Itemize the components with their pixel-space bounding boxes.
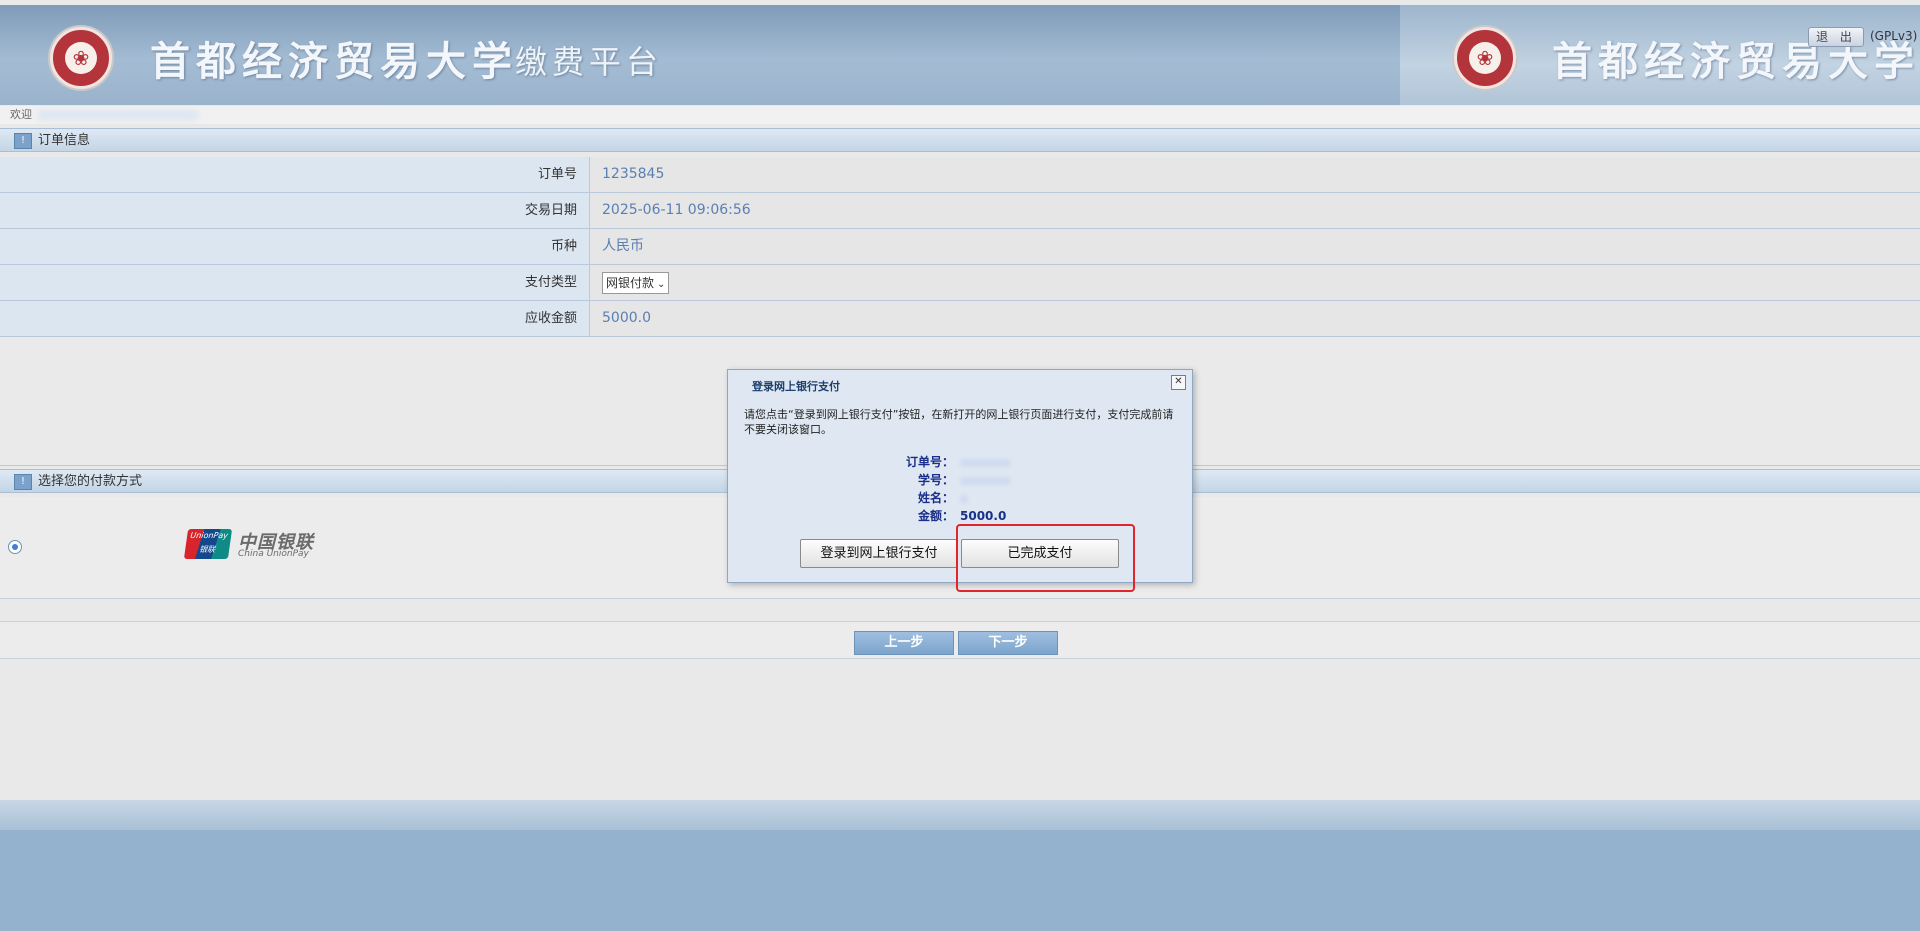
dialog-field-order: 订单号：	[728, 453, 1192, 471]
table-row: 订单号 1235845	[0, 157, 1920, 193]
dialog-field-name: 姓名：	[728, 489, 1192, 507]
order-number-value: 1235845	[590, 157, 1920, 192]
welcome-bar: 欢迎	[0, 106, 1920, 124]
order-section-title: 订单信息	[38, 133, 91, 148]
payment-type-selected: 网银付款	[606, 276, 655, 290]
step-button-bar: 上一步 下一步	[0, 621, 1920, 659]
info-icon: !	[14, 132, 32, 149]
redacted-value	[960, 458, 1010, 467]
order-number-label: 订单号	[0, 157, 590, 192]
unionpay-radio[interactable]	[8, 540, 22, 554]
red-highlight-box	[956, 524, 1135, 592]
dialog-field-student-id: 学号：	[728, 471, 1192, 489]
order-section-header: ! 订单信息	[0, 128, 1920, 152]
amount-due-label: 应收金额	[0, 301, 590, 336]
order-info-table: 订单号 1235845 交易日期 2025-06-11 09:06:56 币种 …	[0, 157, 1920, 337]
trade-date-label: 交易日期	[0, 193, 590, 228]
redacted-value	[960, 476, 1010, 485]
payment-type-select[interactable]: 网银付款 ⌄	[602, 272, 670, 294]
prev-step-button[interactable]: 上一步	[854, 631, 954, 655]
payment-type-cell: 网银付款 ⌄	[590, 265, 1920, 300]
logo-emblem-icon: ❀	[1469, 42, 1501, 74]
amount-due-value: 5000.0	[590, 301, 1920, 336]
dialog-title: 登录网上银行支付	[752, 380, 840, 393]
university-logo: ❀	[50, 27, 112, 89]
table-row: 币种 人民币	[0, 229, 1920, 265]
university-name: 首都经济贸易大学	[150, 39, 518, 85]
welcome-label: 欢迎	[10, 108, 32, 121]
platform-name: 缴费平台	[515, 43, 664, 81]
close-icon[interactable]: ✕	[1171, 375, 1186, 390]
header-banner: ❀ 首都经济贸易大学 缴费平台 ❀ 首都经济贸易大学 退 出 (GPLv3)	[0, 5, 1920, 105]
redacted-value	[960, 494, 968, 503]
unionpay-logo: UnionPay 银联 中国银联 China UnionPay	[183, 527, 313, 563]
payment-section-title: 选择您的付款方式	[38, 474, 143, 489]
footer-area	[0, 830, 1920, 931]
footer-band	[0, 800, 1920, 830]
dialog-order-summary: 订单号： 学号： 姓名： 金额： 5000.0	[728, 453, 1192, 525]
dialog-amount-value: 5000.0	[960, 509, 1007, 523]
table-row: 支付类型 网银付款 ⌄	[0, 265, 1920, 301]
logout-button[interactable]: 退 出	[1808, 27, 1864, 47]
dialog-field-amount: 金额： 5000.0	[917, 509, 1007, 523]
currency-label: 币种	[0, 229, 590, 264]
license-label: (GPLv3)	[1870, 29, 1918, 43]
trade-date-value: 2025-06-11 09:06:56	[590, 193, 1920, 228]
table-row: 交易日期 2025-06-11 09:06:56	[0, 193, 1920, 229]
chevron-down-icon: ⌄	[657, 279, 666, 290]
login-online-banking-button[interactable]: 登录到网上银行支付	[800, 539, 958, 568]
next-step-button[interactable]: 下一步	[958, 631, 1058, 655]
university-logo-repeat: ❀	[1454, 27, 1516, 89]
logo-emblem-icon: ❀	[65, 42, 97, 74]
payment-type-label: 支付类型	[0, 265, 590, 300]
dialog-message: 请您点击“登录到网上银行支付”按钮，在新打开的网上银行页面进行支付，支付完成前请…	[744, 408, 1174, 436]
unionpay-name-en: China UnionPay	[238, 549, 309, 559]
table-row: 应收金额 5000.0	[0, 301, 1920, 337]
university-name-repeat: 首都经济贸易大学	[1552, 39, 1920, 85]
currency-value: 人民币	[590, 229, 1920, 264]
info-icon: !	[14, 473, 32, 490]
redacted-username	[38, 110, 198, 120]
unionpay-card-icon: UnionPay 银联	[183, 529, 233, 559]
